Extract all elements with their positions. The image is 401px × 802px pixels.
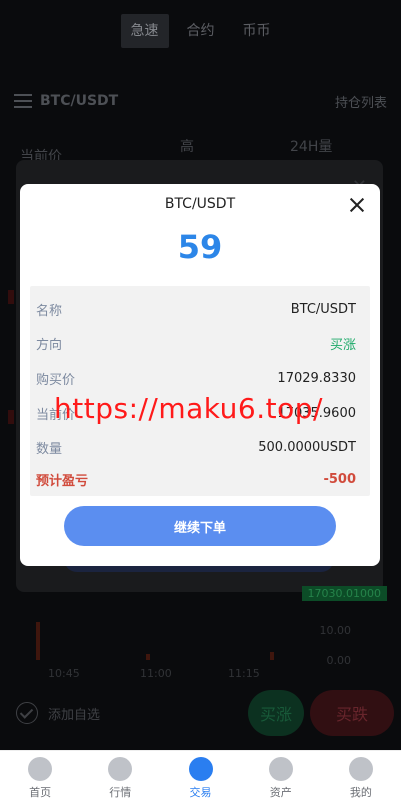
continue-order-button[interactable]: 继续下单 [64,506,336,546]
tab-mine[interactable]: 我的 [321,751,401,802]
detail-value: 买涨 [329,337,356,353]
detail-value: BTC/USDT [290,301,356,317]
detail-label: 数量 [36,441,63,457]
watermark-url: https://maku6.top/ [54,392,323,425]
tab-label: 交易 [189,786,212,799]
user-icon [348,757,373,781]
detail-label: 方向 [36,337,63,353]
tab-home[interactable]: 首页 [0,751,80,802]
detail-row-name: 名称 BTC/USDT [30,292,370,326]
detail-value: 500.0000USDT [258,439,356,455]
wallet-icon [268,757,293,781]
modal-title: BTC/USDT [164,196,236,212]
detail-row-buy-price: 购买价 17029.8330 [30,361,370,395]
home-icon [28,757,53,781]
tab-label: 行情 [109,786,132,799]
tab-assets[interactable]: 资产 [241,751,321,802]
market-trend-icon [108,757,133,781]
detail-row-quantity: 数量 500.0000USDT [30,430,370,464]
detail-label: 购买价 [36,372,76,388]
tab-label: 首页 [29,786,52,799]
detail-row-expected-pnl: 预计盈亏 -500 [30,462,370,496]
close-icon[interactable] [346,194,368,216]
order-confirm-modal: BTC/USDT 59 名称 BTC/USDT 方向 买涨 购买价 17029.… [20,184,380,566]
tab-label: 资产 [269,786,292,799]
countdown-timer: 59 [177,228,223,266]
tab-label: 我的 [349,786,372,799]
bottom-tab-bar: 首页 行情 交易 资产 我的 [0,750,401,802]
detail-row-direction: 方向 买涨 [30,326,370,360]
order-detail-table: 名称 BTC/USDT 方向 买涨 购买价 17029.8330 当前价 170… [30,286,370,496]
detail-value: 17029.8330 [277,370,356,386]
detail-label: 预计盈亏 [36,473,89,489]
trade-icon [188,757,213,781]
detail-value: -500 [323,471,356,487]
detail-label: 名称 [36,303,63,319]
tab-trade[interactable]: 交易 [160,751,240,802]
tab-market[interactable]: 行情 [80,751,160,802]
